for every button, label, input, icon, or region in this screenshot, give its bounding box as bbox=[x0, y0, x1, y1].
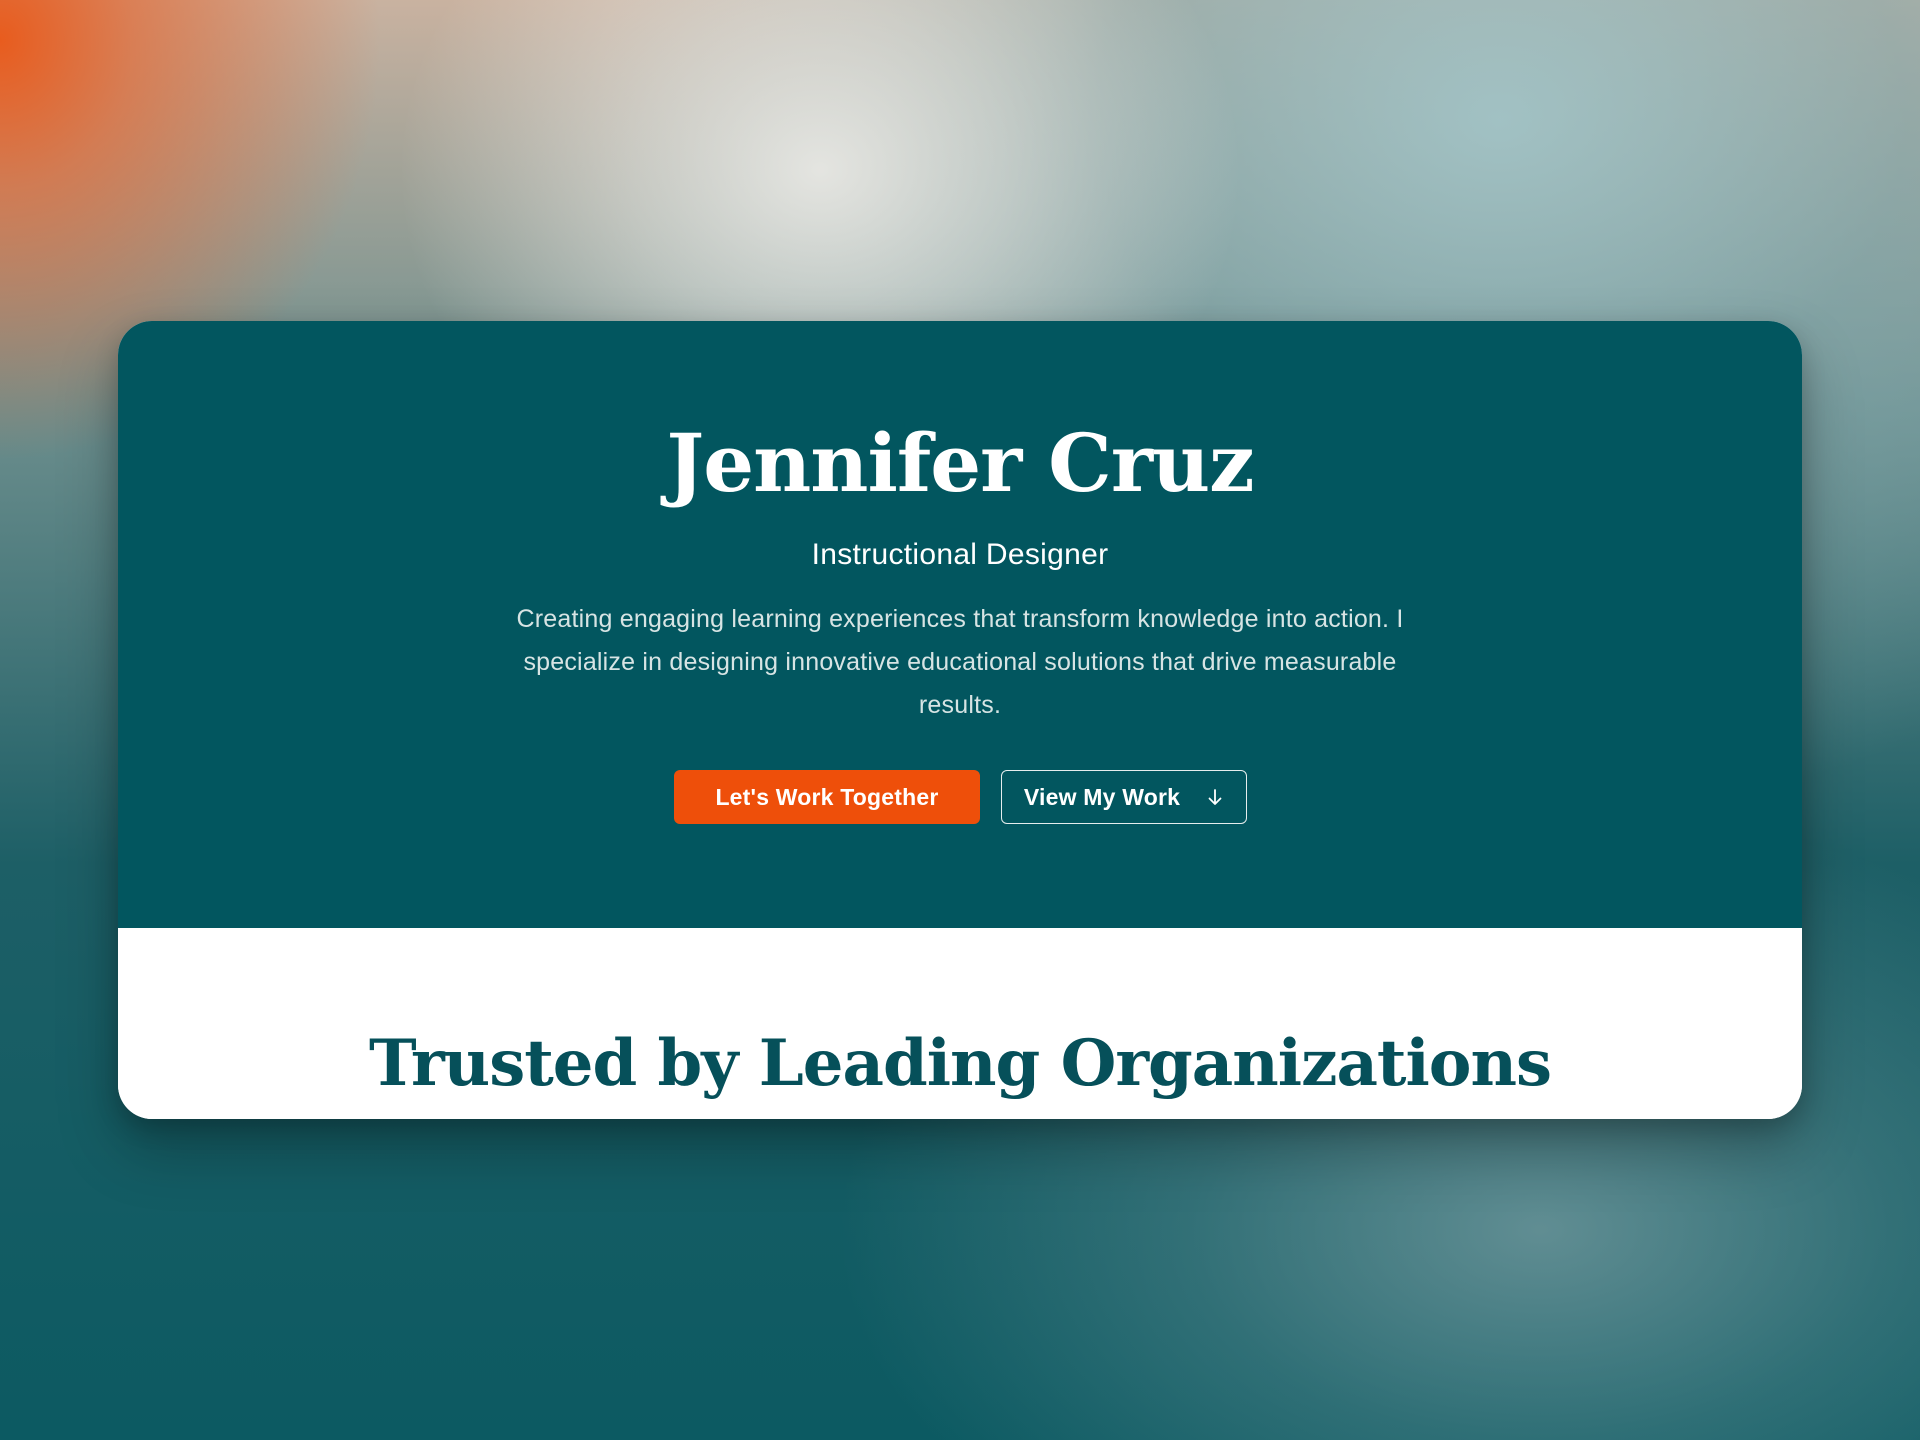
clients-section: Trusted by Leading Organizations bbox=[118, 928, 1802, 1119]
arrow-down-icon bbox=[1206, 787, 1224, 807]
hero-name: Jennifer Cruz bbox=[666, 416, 1254, 510]
view-my-work-label: View My Work bbox=[1023, 783, 1181, 810]
hero-description: Creating engaging learning experiences t… bbox=[516, 605, 1404, 719]
work-together-button[interactable]: Let's Work Together bbox=[674, 770, 980, 824]
clients-heading: Trusted by Leading Organizations bbox=[368, 1026, 1552, 1101]
hero-job-title: Instructional Designer bbox=[811, 538, 1109, 571]
browser-frame: Jennifer Cruz Instructional Designer Cre… bbox=[118, 321, 1802, 1119]
hero-actions: Let's Work Together View My Work bbox=[118, 770, 1802, 824]
view-my-work-button[interactable]: View My Work bbox=[1001, 770, 1247, 824]
hero-section: Jennifer Cruz Instructional Designer Cre… bbox=[118, 321, 1802, 928]
work-together-label: Let's Work Together bbox=[715, 783, 939, 810]
